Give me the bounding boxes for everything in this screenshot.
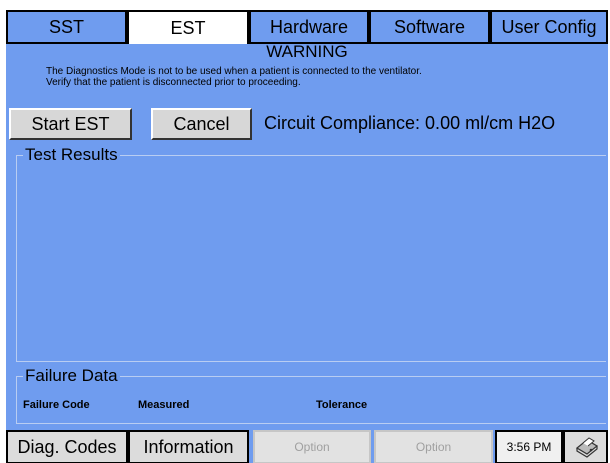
test-results-group: Test Results — [16, 146, 606, 362]
tab-est[interactable]: EST — [127, 10, 249, 44]
tolerance-header: Tolerance — [316, 399, 368, 411]
warning-title: WARNING — [266, 42, 348, 61]
tab-sst[interactable]: SST — [6, 10, 127, 44]
tab-hardware[interactable]: Hardware — [249, 10, 369, 44]
start-est-button[interactable]: Start EST — [9, 108, 132, 140]
failure-data-label: Failure Data — [23, 366, 120, 385]
ventilator-screen: SST EST Hardware Software User Config WA… — [6, 10, 608, 463]
printer-icon — [575, 437, 598, 458]
diag-codes-button[interactable]: Diag. Codes — [6, 430, 128, 463]
warning-text-line1: The Diagnostics Mode is not to be used w… — [46, 66, 422, 77]
option-button-2[interactable]: Option — [374, 430, 493, 463]
warning-text-line2: Verify that the patient is disconnected … — [46, 77, 301, 88]
tab-software[interactable]: Software — [369, 10, 490, 44]
option-button-1[interactable]: Option — [253, 430, 371, 463]
failure-code-header: Failure Code — [23, 399, 90, 411]
measured-header: Measured — [138, 399, 190, 411]
clock-display: 3:56 PM — [495, 430, 563, 463]
circuit-compliance-readout: Circuit Compliance: 0.00 ml/cm H2O — [264, 113, 556, 133]
cancel-button[interactable]: Cancel — [151, 108, 252, 140]
failure-data-group: Failure Data — [16, 367, 606, 424]
printer-button[interactable] — [563, 430, 608, 463]
tab-user-config[interactable]: User Config — [490, 10, 608, 44]
tab-bar: SST EST Hardware Software User Config — [6, 10, 608, 44]
information-button[interactable]: Information — [128, 430, 249, 463]
test-results-label: Test Results — [23, 145, 120, 164]
